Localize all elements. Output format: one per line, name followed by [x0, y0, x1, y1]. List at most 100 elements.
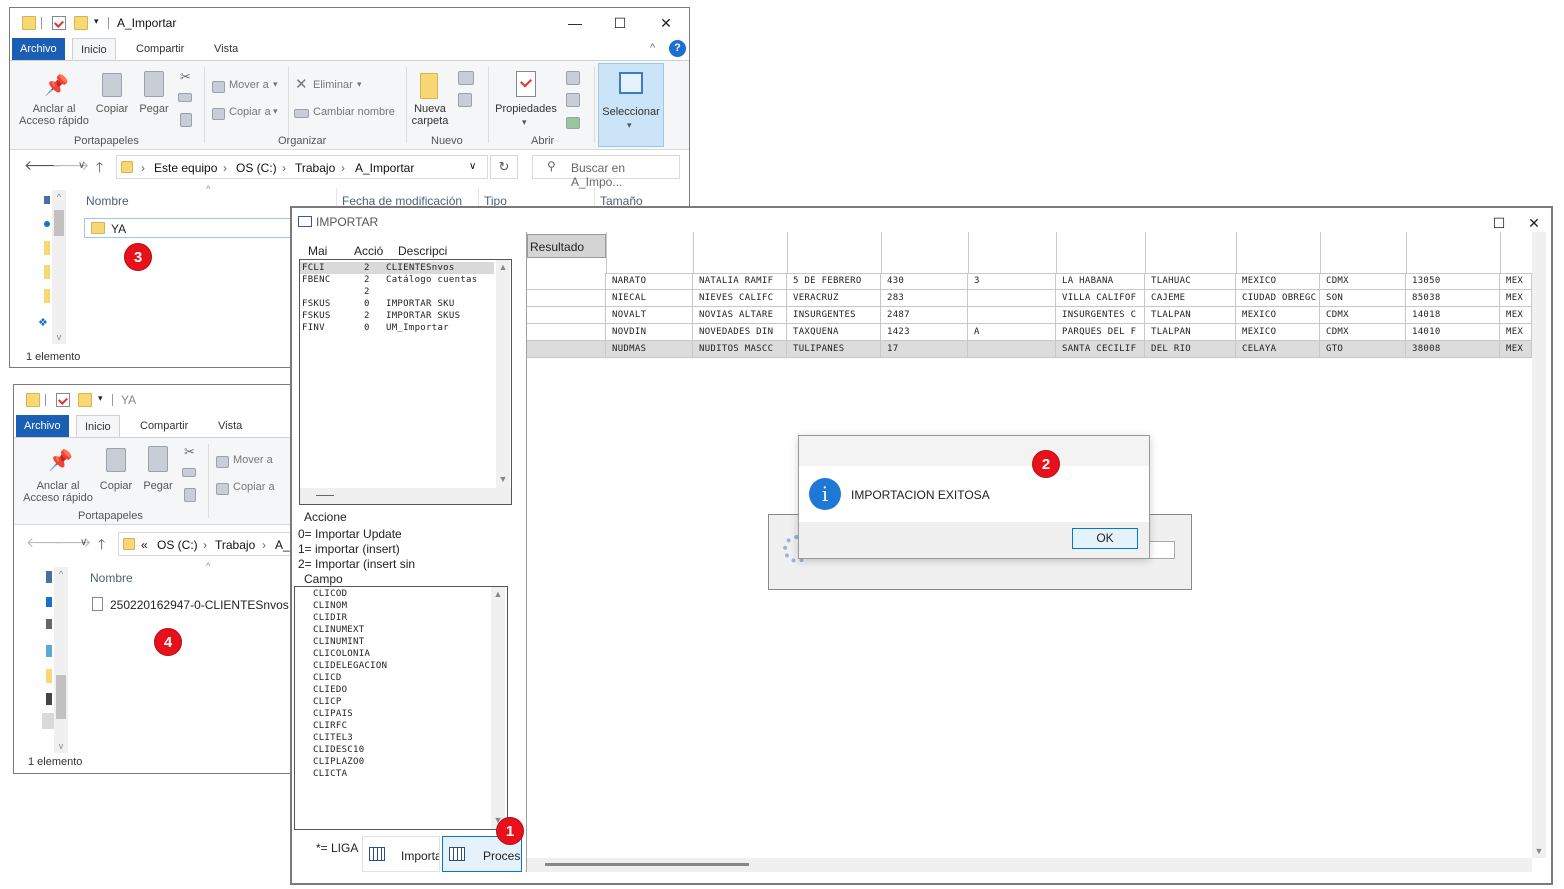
campo-item[interactable]: CLIEDO — [313, 684, 347, 696]
campo-item[interactable]: CLIDIR — [313, 612, 347, 624]
help-icon[interactable]: ? — [669, 40, 686, 57]
breadcrumb-trabajo[interactable]: Trabajo — [215, 538, 255, 552]
maximize-button[interactable]: ☐ — [600, 12, 640, 34]
list-item[interactable]: FSKUS 2 IMPORTAR SKUS — [300, 310, 494, 322]
grid-column-header[interactable] — [1145, 232, 1236, 274]
tab-vista[interactable]: Vista — [210, 415, 250, 437]
minimize-button[interactable]: — — [555, 12, 595, 34]
list-item[interactable]: 250220162947-0-CLIENTESnvos — [88, 595, 300, 615]
list-item[interactable]: YA — [84, 218, 304, 238]
campo-item[interactable]: CLICOLONIA — [313, 648, 370, 660]
up-arrow-icon[interactable]: 🡑 — [98, 534, 105, 558]
breadcrumb-overflow[interactable]: « — [141, 538, 148, 552]
campo-item[interactable]: CLICP — [313, 696, 342, 708]
tab-archivo[interactable]: Archivo — [16, 415, 69, 437]
grid-column-header[interactable] — [787, 232, 881, 274]
list-item[interactable]: FBENC 2 Catálogo cuentas — [300, 274, 494, 286]
select-button[interactable]: Seleccionar ▾ — [598, 63, 664, 147]
collapse-ribbon-icon[interactable]: ^ — [650, 42, 655, 54]
new-item-icon[interactable] — [458, 71, 474, 85]
list-item[interactable]: FSKUS 0 IMPORTAR SKU — [300, 298, 494, 310]
new-folder-icon[interactable] — [78, 393, 92, 407]
grid-column-header[interactable] — [1320, 232, 1406, 274]
ok-button[interactable]: OK — [1072, 528, 1138, 549]
grid-column-header[interactable] — [1056, 232, 1145, 274]
table-row[interactable]: NARATO NATALIA RAMIF 5 DE FEBRERO 430 3 LA HA… — [527, 273, 1532, 290]
tab-archivo[interactable]: Archivo — [12, 38, 65, 60]
recent-dropdown-icon[interactable]: ∨ — [78, 160, 85, 171]
tab-inicio[interactable]: Inicio — [72, 38, 116, 60]
address-box[interactable]: › Este equipo › OS (C:) › Trabajo › A_Im… — [116, 155, 488, 179]
column-nombre[interactable]: Nombre — [90, 571, 133, 585]
list-item[interactable]: FINV 0 UM_Importar — [300, 322, 494, 334]
properties-icon[interactable] — [56, 393, 70, 407]
grid-column-header[interactable] — [606, 232, 693, 274]
campo-item[interactable]: CLINUMEXT — [313, 624, 364, 636]
close-button[interactable]: ✕ — [1514, 212, 1551, 234]
campo-item[interactable]: CLICD — [313, 672, 342, 684]
results-vertical-scrollbar[interactable]: ▼ — [1532, 232, 1546, 858]
import-button[interactable]: Importa — [362, 836, 440, 872]
cut-icon[interactable]: ✂ — [180, 69, 191, 85]
campo-item[interactable]: CLIPAIS — [313, 708, 353, 720]
quick-access-dropdown-icon[interactable]: ▾ — [98, 393, 103, 404]
table-row[interactable]: NUDMAS NUDITOS MASCC TULIPANES 17 SANTA CECI… — [527, 341, 1532, 358]
grid-column-header[interactable] — [968, 232, 1056, 274]
history-icon[interactable] — [566, 117, 580, 129]
campo-item[interactable]: CLIDELEGACION — [313, 660, 387, 672]
results-horizontal-scrollbar[interactable] — [527, 858, 1532, 872]
cut-icon[interactable]: ✂ — [184, 444, 195, 460]
refresh-button[interactable]: ↻ — [490, 155, 518, 179]
paste-shortcut-icon[interactable] — [184, 488, 196, 502]
table-row[interactable]: NIECAL NIEVES CALIFC VERACRUZ 283 VILLA CALI… — [527, 290, 1532, 307]
copy-path-icon[interactable] — [182, 468, 196, 477]
list-item[interactable]: FCLI 2 CLIENTESnvos — [300, 262, 494, 274]
import-list-scrollbar[interactable]: ▲ ▼ — [496, 260, 510, 488]
paste-shortcut-icon[interactable] — [180, 113, 192, 127]
column-nombre[interactable]: Nombre — [86, 194, 129, 208]
table-row[interactable]: NOVALT NOVIAS ALTARE INSURGENTES 2487 INSURG… — [527, 307, 1532, 324]
breadcrumb-os-c[interactable]: OS (C:) — [157, 538, 198, 552]
campo-list-scrollbar[interactable]: ▲ ▼ — [491, 587, 505, 829]
address-box[interactable]: « OS (C:) › Trabajo › A_I — [118, 532, 302, 556]
breadcrumb-os-c[interactable]: OS (C:) — [236, 161, 277, 175]
list-item[interactable]: 2 — [300, 286, 494, 298]
campo-item[interactable]: CLICOD — [313, 588, 347, 600]
tab-compartir[interactable]: Compartir — [132, 415, 196, 437]
import-list[interactable]: FCLI 2 CLIENTESnvos FBENC 2 Catálogo cuentas 2… — [299, 259, 512, 505]
address-dropdown-icon[interactable]: ∨ — [469, 161, 476, 172]
tab-compartir[interactable]: Compartir — [128, 38, 192, 60]
nav-pane-scrollbar[interactable]: ^ v — [52, 190, 66, 344]
campo-item[interactable]: CLIDESC10 — [313, 744, 364, 756]
campo-item[interactable]: CLICTA — [313, 768, 347, 780]
new-folder-icon[interactable] — [74, 16, 88, 30]
campo-item[interactable]: CLITEL3 — [313, 732, 353, 744]
campo-item[interactable]: CLIRFC — [313, 720, 347, 732]
grid-column-header[interactable] — [881, 232, 968, 274]
grid-column-header[interactable] — [1236, 232, 1320, 274]
copy-path-icon[interactable] — [178, 93, 192, 102]
up-arrow-icon[interactable]: 🡑 — [96, 157, 103, 181]
open-icon[interactable] — [566, 71, 580, 85]
edit-icon[interactable] — [566, 93, 580, 107]
properties-icon[interactable] — [52, 16, 66, 30]
campo-list[interactable]: CLICOD CLINOM CLIDIR CLINUMEXT CLINUMINT CLIC… — [294, 586, 508, 830]
quick-access-dropdown-icon[interactable]: ▾ — [94, 16, 99, 27]
recent-dropdown-icon[interactable]: ∨ — [80, 537, 87, 548]
table-row[interactable]: NOVDIN NOVEDADES DIN TAXQUENA 1423 A PARQUES … — [527, 324, 1532, 341]
tab-inicio[interactable]: Inicio — [76, 415, 120, 437]
close-button[interactable]: ✕ — [646, 12, 686, 34]
easy-access-icon[interactable] — [458, 93, 472, 107]
campo-item[interactable]: CLIPLAZO0 — [313, 756, 364, 768]
breadcrumb-este-equipo[interactable]: Este equipo — [154, 161, 217, 175]
breadcrumb-a-importar[interactable]: A_Importar — [355, 161, 414, 175]
tab-vista[interactable]: Vista — [206, 38, 246, 60]
maximize-button[interactable]: ☐ — [1479, 212, 1519, 234]
grid-column-header[interactable] — [1406, 232, 1500, 274]
campo-item[interactable]: CLINOM — [313, 600, 347, 612]
search-box[interactable]: ⚲ Buscar en A_Impo... — [532, 155, 680, 189]
grid-column-header[interactable] — [1500, 232, 1532, 274]
nav-pane-scrollbar[interactable]: ^ v — [54, 567, 68, 753]
grid-column-header[interactable] — [693, 232, 787, 274]
campo-item[interactable]: CLINUMINT — [313, 636, 364, 648]
